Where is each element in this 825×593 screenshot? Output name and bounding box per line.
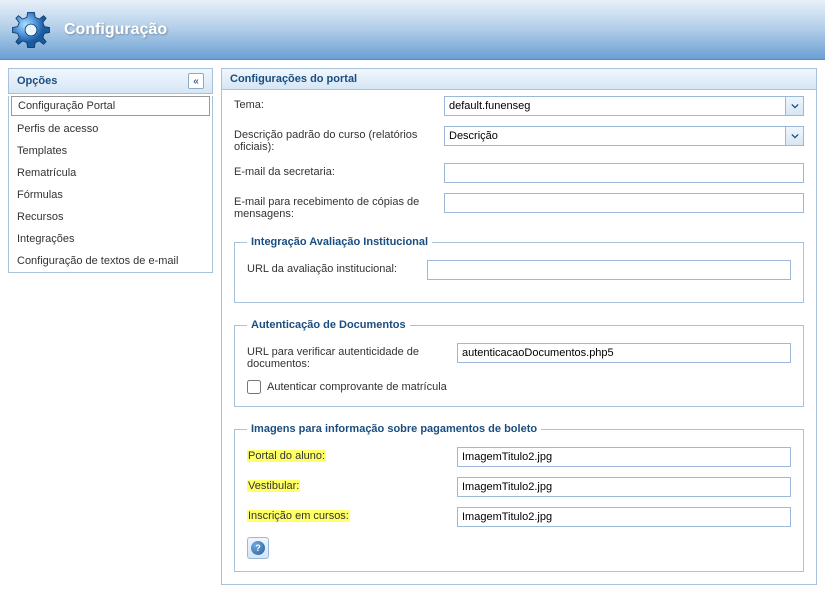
- url-avaliacao-input[interactable]: [427, 260, 791, 280]
- page-title: Configuração: [64, 21, 167, 39]
- url-avaliacao-label: URL da avaliação institucional:: [247, 260, 427, 275]
- tema-label: Tema:: [234, 96, 444, 111]
- descricao-select[interactable]: [444, 126, 786, 146]
- imagens-fieldset: Imagens para informação sobre pagamentos…: [234, 423, 804, 572]
- descricao-dropdown-button[interactable]: [786, 126, 804, 146]
- sidebar-item-7[interactable]: Configuração de textos de e-mail: [9, 250, 212, 272]
- integracao-fieldset: Integração Avaliação Institucional URL d…: [234, 236, 804, 303]
- email-copias-input[interactable]: [444, 193, 804, 213]
- content-panel: Configurações do portal Tema: Descrição …: [221, 68, 817, 585]
- tema-dropdown-button[interactable]: [786, 96, 804, 116]
- email-copias-label: E-mail para recebimento de cópias de men…: [234, 193, 444, 220]
- tema-select[interactable]: [444, 96, 786, 116]
- portal-aluno-input[interactable]: [457, 447, 791, 467]
- portal-aluno-label: Portal do aluno:: [247, 447, 457, 462]
- sidebar-item-3[interactable]: Rematrícula: [9, 162, 212, 184]
- content-title: Configurações do portal: [222, 69, 816, 90]
- descricao-label: Descrição padrão do curso (relatórios of…: [234, 126, 444, 153]
- sidebar-title: Opções: [17, 75, 57, 87]
- integracao-legend: Integração Avaliação Institucional: [247, 236, 432, 248]
- autenticacao-legend: Autenticação de Documentos: [247, 319, 410, 331]
- inscricao-input[interactable]: [457, 507, 791, 527]
- page-header: Configuração: [0, 0, 825, 60]
- chevron-left-icon: «: [193, 76, 199, 87]
- chevron-down-icon: [791, 132, 799, 140]
- help-button[interactable]: ?: [247, 537, 269, 559]
- autenticacao-fieldset: Autenticação de Documentos URL para veri…: [234, 319, 804, 407]
- sidebar: Opções « Configuração PortalPerfis de ac…: [8, 68, 213, 585]
- collapse-button[interactable]: «: [188, 73, 204, 89]
- sidebar-header: Opções «: [8, 68, 213, 94]
- help-icon: ?: [251, 541, 265, 555]
- sidebar-item-2[interactable]: Templates: [9, 140, 212, 162]
- imagens-legend: Imagens para informação sobre pagamentos…: [247, 423, 541, 435]
- gear-icon: [10, 9, 52, 51]
- sidebar-item-4[interactable]: Fórmulas: [9, 184, 212, 206]
- email-secretaria-label: E-mail da secretaria:: [234, 163, 444, 178]
- autenticar-checkbox[interactable]: [247, 380, 261, 394]
- url-autenticidade-label: URL para verificar autenticidade de docu…: [247, 343, 457, 370]
- inscricao-label: Inscrição em cursos:: [247, 507, 457, 522]
- email-secretaria-input[interactable]: [444, 163, 804, 183]
- vestibular-input[interactable]: [457, 477, 791, 497]
- sidebar-item-6[interactable]: Integrações: [9, 228, 212, 250]
- autenticar-label: Autenticar comprovante de matrícula: [267, 381, 447, 393]
- url-autenticidade-input[interactable]: [457, 343, 791, 363]
- sidebar-list: Configuração PortalPerfis de acessoTempl…: [8, 96, 213, 273]
- chevron-down-icon: [791, 102, 799, 110]
- sidebar-item-5[interactable]: Recursos: [9, 206, 212, 228]
- sidebar-item-1[interactable]: Perfis de acesso: [9, 118, 212, 140]
- sidebar-item-0[interactable]: Configuração Portal: [11, 96, 210, 116]
- vestibular-label: Vestibular:: [247, 477, 457, 492]
